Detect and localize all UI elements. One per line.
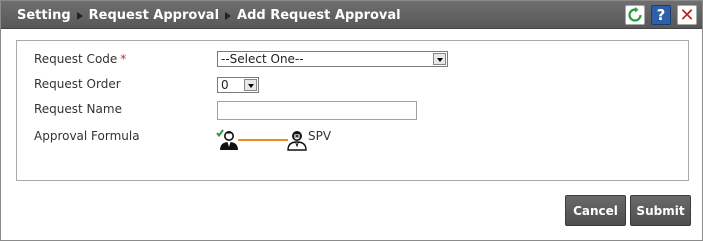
request-name-input[interactable] bbox=[217, 101, 417, 120]
refresh-icon bbox=[628, 7, 642, 22]
submit-button[interactable]: Submit bbox=[630, 195, 691, 226]
request-order-label: Request Order bbox=[34, 77, 121, 91]
chevron-down-icon[interactable] bbox=[244, 79, 257, 91]
required-mark: * bbox=[120, 52, 127, 66]
close-button[interactable]: ✕ bbox=[677, 4, 697, 26]
help-button[interactable]: ? bbox=[651, 5, 671, 25]
request-order-select[interactable]: 0 bbox=[217, 77, 259, 93]
approval-formula-chain: SPV bbox=[216, 125, 346, 153]
title-bar: Setting Request Approval Add Request App… bbox=[1, 1, 702, 29]
requester-checked-icon[interactable] bbox=[216, 129, 238, 151]
approver-icon[interactable] bbox=[286, 129, 308, 151]
breadcrumb-item-add-request-approval: Add Request Approval bbox=[237, 7, 401, 23]
add-request-approval-window: Setting Request Approval Add Request App… bbox=[0, 0, 703, 241]
refresh-button[interactable] bbox=[625, 5, 645, 25]
approver-label: SPV bbox=[308, 129, 332, 143]
request-order-selected-value: 0 bbox=[221, 78, 229, 92]
breadcrumb-item-request-approval[interactable]: Request Approval bbox=[89, 8, 219, 23]
close-icon: ✕ bbox=[679, 4, 695, 26]
breadcrumb: Setting Request Approval Add Request App… bbox=[17, 1, 401, 29]
help-icon: ? bbox=[656, 6, 666, 24]
request-code-label-text: Request Code bbox=[34, 52, 118, 66]
cancel-button[interactable]: Cancel bbox=[565, 195, 626, 226]
request-code-select[interactable]: --Select One-- bbox=[217, 51, 448, 67]
approval-connector-line bbox=[238, 139, 288, 141]
request-code-selected-value: --Select One-- bbox=[221, 52, 304, 66]
breadcrumb-item-setting[interactable]: Setting bbox=[17, 8, 71, 23]
approval-formula-label: Approval Formula bbox=[34, 129, 140, 143]
chevron-down-icon[interactable] bbox=[433, 53, 446, 65]
breadcrumb-separator-icon bbox=[76, 12, 83, 20]
request-name-label: Request Name bbox=[34, 102, 122, 116]
breadcrumb-separator-icon bbox=[225, 12, 232, 20]
request-code-label: Request Code * bbox=[34, 52, 126, 66]
